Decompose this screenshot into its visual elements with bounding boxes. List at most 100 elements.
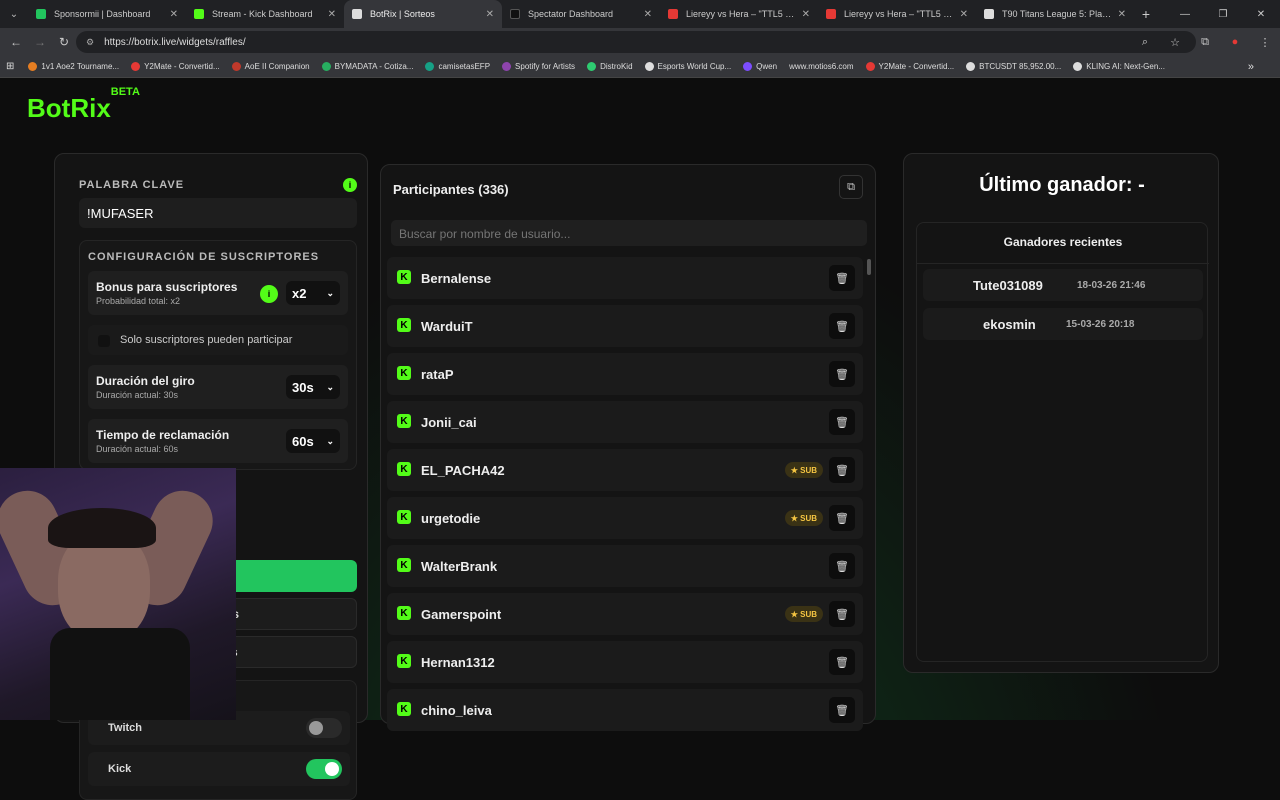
claim-subtitle: Duración actual: 60s [96, 444, 179, 454]
kick-label: Kick [108, 763, 132, 775]
tab-liereyy-vs-hera-1[interactable]: Liereyy vs Hera – "TTL5 Bo7 Ma✕ [660, 0, 818, 28]
bookmark-item[interactable]: Y2Mate - Convertid... [865, 62, 954, 71]
participant-name: Hernan1312 [421, 655, 495, 670]
info-icon[interactable]: i [343, 178, 357, 192]
bookmark-item[interactable]: Esports World Cup... [644, 62, 731, 71]
new-tab-button[interactable]: + [1134, 6, 1158, 22]
participant-name: Jonii_cai [421, 415, 477, 430]
bookmarks-bar: ⊞ 1v1 Aoe2 Tourname... Y2Mate - Converti… [0, 56, 1280, 78]
close-icon[interactable]: ✕ [328, 9, 336, 20]
toggle-knob [309, 721, 323, 735]
close-icon[interactable]: ✕ [486, 9, 494, 20]
participant-row: K Jonii_cai 🗑 [387, 401, 863, 443]
keyword-input[interactable]: !MUFASER [79, 198, 357, 228]
info-icon[interactable]: i [260, 285, 278, 303]
bookmark-item[interactable]: www.motios6.com [789, 62, 853, 71]
bookmark-item[interactable]: 1v1 Aoe2 Tourname... [28, 62, 119, 71]
reload-icon[interactable]: ↻ [52, 35, 76, 49]
trash-icon[interactable]: 🗑 [829, 649, 855, 675]
tab-sponsormii[interactable]: Sponsormii | Dashboard ✕ [28, 0, 186, 28]
participant-row: K EL_PACHA42 ★ SUB 🗑 [387, 449, 863, 491]
trash-icon[interactable]: 🗑 [829, 265, 855, 291]
bonus-select[interactable]: x2 ⌄ [286, 281, 340, 305]
bookmark-star-icon[interactable]: ☆ [1160, 36, 1190, 49]
kick-icon: K [397, 654, 411, 668]
tab-liereyy-vs-hera-2[interactable]: Liereyy vs Hera – "TTL5 Bo7 Civ✕ [818, 0, 976, 28]
winner-row: ekosmin 15-03-26 20:18 [923, 308, 1203, 340]
chevron-down-icon: ⌄ [326, 435, 334, 446]
trash-icon[interactable]: 🗑 [829, 697, 855, 723]
botrix-logo[interactable]: BotRixBETA [27, 86, 140, 124]
bookmark-item[interactable]: AoE II Companion [231, 62, 310, 71]
participant-name: chino_leiva [421, 703, 492, 718]
scrollbar-thumb[interactable] [867, 259, 871, 275]
trash-icon[interactable]: 🗑 [829, 601, 855, 627]
participant-search-input[interactable] [399, 227, 859, 241]
close-icon[interactable]: ✕ [170, 9, 178, 20]
claim-time-select[interactable]: 60s ⌄ [286, 429, 340, 453]
subscriber-config-section: CONFIGURACIÓN DE SUSCRIPTORES Bonus para… [79, 240, 357, 470]
zoom-icon[interactable]: ⌕ [1130, 36, 1160, 49]
apps-icon[interactable]: ⊞ [6, 61, 14, 72]
menu-icon[interactable]: ⋮ [1250, 36, 1280, 49]
participant-name: Gamerspoint [421, 607, 502, 622]
winners-panel: Último ganador: - Ganadores recientes Tu… [903, 153, 1219, 673]
subs-only-row[interactable]: Solo suscriptores pueden participar [88, 325, 348, 355]
bookmark-item[interactable]: BTCUSDT 85,952.00... [966, 62, 1061, 71]
bookmark-item[interactable]: Y2Mate - Convertid... [131, 62, 220, 71]
participant-name: Bernalense [421, 271, 492, 286]
tab-t90-titans[interactable]: T90 Titans League 5: Platinum✕ [976, 0, 1134, 28]
tab-kick-dashboard[interactable]: Stream - Kick Dashboard ✕ [186, 0, 344, 28]
twitch-toggle[interactable] [306, 718, 342, 738]
url-field[interactable]: ⚙ https://botrix.live/widgets/raffles/ [76, 31, 1196, 53]
claim-time-card: Tiempo de reclamación Duración actual: 6… [88, 419, 348, 463]
minimize-icon[interactable]: — [1166, 0, 1204, 28]
tab-favicon [668, 9, 678, 19]
trash-icon[interactable]: 🗑 [829, 505, 855, 531]
trash-icon[interactable]: 🗑 [829, 409, 855, 435]
close-icon[interactable]: ✕ [1118, 9, 1126, 20]
trash-icon[interactable]: 🗑 [829, 457, 855, 483]
kick-icon: K [397, 270, 411, 284]
extensions-icon[interactable]: ⧉ [1190, 36, 1220, 49]
browser-tab-bar: ⌄ Sponsormii | Dashboard ✕ Stream - Kick … [0, 0, 1280, 28]
participant-row: K WalterBrank 🗑 [387, 545, 863, 587]
bookmark-item[interactable]: Spotify for Artists [502, 62, 575, 71]
subs-section-label: CONFIGURACIÓN DE SUSCRIPTORES [88, 251, 320, 263]
profile-avatar[interactable]: ● [1220, 36, 1250, 48]
close-icon[interactable]: ✕ [802, 9, 810, 20]
close-icon[interactable]: ✕ [960, 9, 968, 20]
bookmark-item[interactable]: KLING AI: Next-Gen... [1073, 62, 1165, 71]
bookmark-icon [743, 62, 753, 71]
spin-duration-select[interactable]: 30s ⌄ [286, 375, 340, 399]
participants-title: Participantes (336) [393, 182, 509, 197]
forward-icon[interactable]: → [28, 35, 52, 49]
kick-icon: K [397, 606, 411, 620]
participant-row: K WarduiT 🗑 [387, 305, 863, 347]
site-info-icon[interactable]: ⚙ [86, 37, 94, 48]
restore-icon[interactable]: ❐ [1204, 0, 1242, 28]
bookmark-item[interactable]: Qwen [743, 62, 777, 71]
subs-only-checkbox[interactable] [98, 335, 110, 347]
trash-icon[interactable]: 🗑 [829, 361, 855, 387]
bookmark-item[interactable]: BYMADATA - Cotiza... [321, 62, 413, 71]
toggle-knob [325, 762, 339, 776]
participant-search-field[interactable] [391, 220, 867, 246]
kick-toggle[interactable] [306, 759, 342, 779]
bookmark-item[interactable]: camisetasEFP [425, 62, 490, 71]
tab-botrix-sorteos[interactable]: BotRix | Sorteos ✕ [344, 0, 502, 28]
back-icon[interactable]: ← [4, 35, 28, 49]
close-icon[interactable]: ✕ [644, 9, 652, 20]
bookmark-item[interactable]: DistroKid [587, 62, 633, 71]
tab-favicon [194, 9, 204, 19]
twitch-label: Twitch [108, 722, 143, 734]
more-bookmarks-icon[interactable]: » [1248, 61, 1254, 73]
window-controls: — ❐ ✕ [1166, 0, 1280, 28]
bonus-title: Bonus para suscriptores [96, 280, 238, 294]
copy-icon[interactable]: ⧉ [839, 175, 863, 199]
close-window-icon[interactable]: ✕ [1242, 0, 1280, 28]
trash-icon[interactable]: 🗑 [829, 313, 855, 339]
tab-spectator-dashboard[interactable]: Spectator Dashboard ✕ [502, 0, 660, 28]
trash-icon[interactable]: 🗑 [829, 553, 855, 579]
tab-search-icon[interactable]: ⌄ [0, 0, 28, 28]
